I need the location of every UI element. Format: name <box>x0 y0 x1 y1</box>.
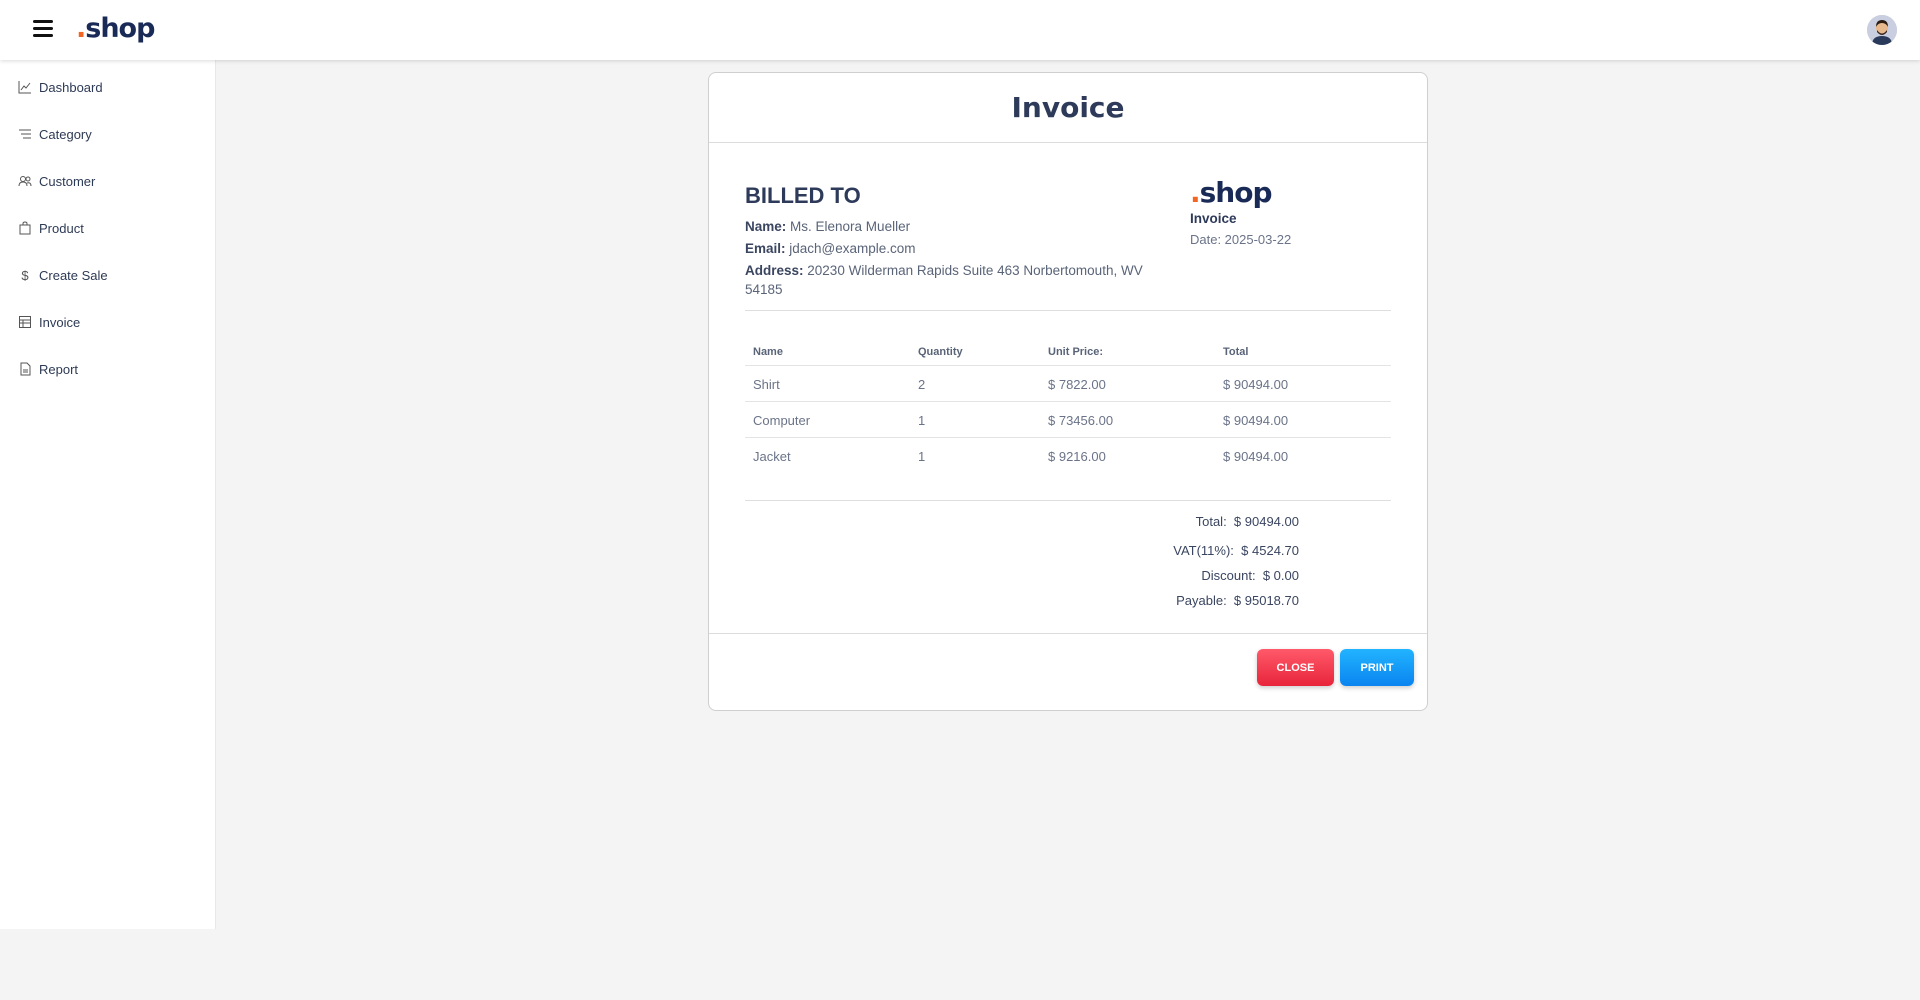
modal-header: Invoice <box>709 73 1427 143</box>
item-name: Jacket <box>753 448 791 464</box>
item-unit-price: $ 9216.00 <box>1048 448 1106 464</box>
total-label: Total: <box>1195 514 1227 529</box>
item-unit-price: $ 7822.00 <box>1040 365 1215 402</box>
item-quantity: 1 <box>910 401 1040 438</box>
item-unit-price: $ 73456.00 <box>1040 401 1215 438</box>
bag-icon <box>18 221 32 235</box>
top-bar: .shop <box>0 0 1920 60</box>
items-table: Name Quantity Unit Price: Total Shirt 2 … <box>745 337 1391 474</box>
table-header-row: Name Quantity Unit Price: Total <box>745 337 1391 366</box>
vat-value: $ 4524.70 <box>1241 543 1299 558</box>
item-name: Computer <box>745 401 910 438</box>
address-label: Address: <box>745 263 804 278</box>
sidebar-item-label: Invoice <box>39 314 81 330</box>
close-button[interactable]: CLOSE <box>1257 649 1334 686</box>
discount-line: Discount: $ 0.00 <box>1009 568 1299 583</box>
sidebar-item-customer[interactable]: Customer <box>0 166 216 196</box>
logo[interactable]: .shop <box>76 13 155 44</box>
customer-name: Name: Ms. Elenora Mueller <box>745 217 1165 236</box>
divider <box>745 500 1391 501</box>
item-quantity: 1 <box>918 448 926 464</box>
brand-subtitle: Invoice <box>1190 211 1237 226</box>
customer-email: Email: jdach@example.com <box>745 239 1165 258</box>
table-row: Jacket 1 $ 9216.00 $ 90494.00 <box>745 438 1391 474</box>
logo-dot: . <box>76 13 86 44</box>
sidebar-item-label: Dashboard <box>39 79 103 95</box>
chart-line-icon <box>18 80 32 94</box>
table-row: Shirt 2 $ 7822.00 $ 90494.00 <box>745 365 1391 402</box>
table-icon <box>18 315 32 329</box>
dollar-icon: $ <box>21 267 29 283</box>
invoice-modal: Invoice BILLED TO Name: Ms. Elenora Muel… <box>708 72 1428 711</box>
avatar-image <box>1867 15 1897 45</box>
sidebar-item-label: Customer <box>39 173 96 189</box>
brand-logo: .shop <box>1190 176 1291 209</box>
modal-title: Invoice <box>1011 91 1125 124</box>
sidebar-item-dashboard[interactable]: Dashboard <box>0 72 216 102</box>
column-header-quantity: Quantity <box>910 337 1040 366</box>
total-value: $ 90494.00 <box>1233 514 1299 529</box>
logo-text: shop <box>85 13 155 44</box>
email-value: jdach@example.com <box>789 241 916 256</box>
item-name: Shirt <box>745 365 910 402</box>
email-label: Email: <box>745 241 786 256</box>
billed-to-section: BILLED TO Name: Ms. Elenora Mueller Emai… <box>745 183 1165 302</box>
list-icon <box>18 127 32 141</box>
customer-address: Address: 20230 Wilderman Rapids Suite 46… <box>745 261 1165 299</box>
item-total: $ 90494.00 <box>1223 448 1289 464</box>
billed-to-heading: BILLED TO <box>745 183 861 208</box>
totals-section: Total: $ 90494.00 VAT(11%): $ 4524.70 Di… <box>1009 514 1299 618</box>
sidebar-item-create-sale[interactable]: $ Create Sale <box>0 260 216 290</box>
name-value: Ms. Elenora Mueller <box>790 219 911 234</box>
item-total: $ 90494.00 <box>1215 401 1391 438</box>
item-quantity: 2 <box>910 365 1040 402</box>
brand-text: shop <box>1199 176 1273 209</box>
file-icon <box>18 362 32 376</box>
invoice-brand: .shop Invoice Date: 2025-03-22 <box>1190 176 1291 247</box>
invoice-date: Date: 2025-03-22 <box>1190 232 1292 247</box>
sidebar: Dashboard Category Customer Product $ Cr… <box>0 60 216 929</box>
sidebar-item-invoice[interactable]: Invoice <box>0 307 216 337</box>
discount-label: Discount: <box>1201 568 1256 583</box>
sidebar-item-product[interactable]: Product <box>0 213 216 243</box>
payable-line: Payable: $ 95018.70 <box>1009 593 1299 608</box>
hamburger-icon[interactable] <box>33 20 53 38</box>
address-value: 20230 Wilderman Rapids Suite 463 Norbert… <box>745 263 1143 297</box>
column-header-unit-price: Unit Price: <box>1040 337 1215 366</box>
sidebar-item-label: Report <box>39 361 79 377</box>
sidebar-item-category[interactable]: Category <box>0 119 216 149</box>
column-header-total: Total <box>1215 337 1391 366</box>
users-icon <box>18 174 32 188</box>
name-label: Name: <box>745 219 787 234</box>
column-header-name: Name <box>745 337 910 366</box>
divider <box>745 310 1391 311</box>
item-total: $ 90494.00 <box>1215 365 1391 402</box>
modal-footer-divider <box>709 633 1427 634</box>
total-line: Total: $ 90494.00 <box>1009 514 1299 529</box>
user-avatar[interactable] <box>1867 15 1897 45</box>
payable-label: Payable: <box>1176 593 1227 608</box>
sidebar-item-label: Category <box>39 126 92 142</box>
payable-value: $ 95018.70 <box>1233 593 1299 608</box>
brand-dot: . <box>1190 176 1201 209</box>
vat-label: VAT(11%): <box>1173 543 1234 558</box>
table-row: Computer 1 $ 73456.00 $ 90494.00 <box>745 401 1391 438</box>
sidebar-item-label: Product <box>39 220 84 236</box>
vat-line: VAT(11%): $ 4524.70 <box>1009 543 1299 558</box>
sidebar-item-report[interactable]: Report <box>0 354 216 384</box>
print-button[interactable]: PRINT <box>1340 649 1414 686</box>
discount-value: $ 0.00 <box>1262 568 1299 583</box>
sidebar-item-label: Create Sale <box>39 267 108 283</box>
